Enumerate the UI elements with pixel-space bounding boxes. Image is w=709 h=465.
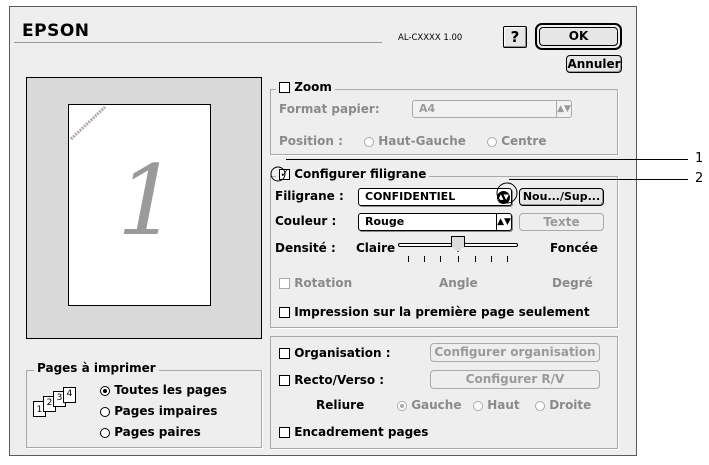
radio-icon bbox=[487, 136, 497, 147]
watermark-value: CONFIDENTIEL bbox=[365, 190, 456, 203]
density-tick bbox=[507, 256, 508, 262]
pages-to-print-legend: Pages à imprimer bbox=[34, 361, 159, 375]
position-center-label: Centre bbox=[501, 134, 547, 148]
position-label: Position : bbox=[279, 134, 343, 148]
paper-size-value: A4 bbox=[419, 102, 436, 115]
position-center-option[interactable]: Centre bbox=[487, 134, 546, 148]
callout-number-2: 2 bbox=[695, 171, 704, 186]
density-tick bbox=[440, 256, 441, 262]
odd-pages-option[interactable]: Pages impaires bbox=[100, 404, 217, 418]
density-label: Densité : bbox=[275, 241, 336, 255]
rotation-label: Rotation bbox=[294, 276, 353, 290]
callout-line-2 bbox=[509, 179, 688, 180]
zoom-checkbox[interactable] bbox=[279, 82, 290, 93]
page-icon-digit: 4 bbox=[63, 387, 76, 403]
density-dark-label: Foncée bbox=[550, 241, 598, 255]
header-divider bbox=[14, 42, 382, 43]
density-tick bbox=[408, 256, 409, 262]
callout-circle-1 bbox=[270, 166, 286, 182]
binding-label: Reliure bbox=[316, 398, 365, 412]
radio-icon bbox=[397, 400, 407, 411]
density-light-label: Claire bbox=[356, 241, 396, 255]
radio-icon bbox=[100, 406, 110, 417]
first-page-only-checkbox bbox=[279, 307, 290, 318]
zoom-legend: Zoom bbox=[276, 80, 335, 94]
configure-duplex-button[interactable]: Configurer R/V bbox=[430, 370, 600, 389]
watermark-preview-mark bbox=[69, 105, 107, 141]
density-tick bbox=[491, 256, 492, 262]
rotation-option[interactable]: Rotation bbox=[279, 276, 352, 290]
first-page-only-option[interactable]: Impression sur la première page seulemen… bbox=[279, 305, 590, 319]
driver-version: AL-CXXXX 1.00 bbox=[398, 33, 463, 43]
updown-icon: ▲▼ bbox=[556, 101, 571, 117]
radio-icon bbox=[100, 427, 110, 438]
callout-number-1: 1 bbox=[695, 151, 704, 166]
binding-right-option[interactable]: Droite bbox=[535, 398, 591, 412]
radio-icon bbox=[473, 400, 483, 411]
preview-page: 1 bbox=[68, 104, 211, 306]
cancel-button[interactable]: Annuler bbox=[566, 55, 622, 73]
ok-button[interactable]: OK bbox=[535, 23, 622, 50]
organisation-checkbox bbox=[279, 348, 290, 359]
duplex-checkbox bbox=[279, 375, 290, 386]
degree-label: Degré bbox=[552, 276, 593, 290]
color-label: Couleur : bbox=[275, 214, 337, 228]
watermark-legend: Configurer filigrane bbox=[276, 167, 430, 181]
color-select[interactable]: Rouge ▲▼ bbox=[358, 213, 512, 231]
radio-icon bbox=[364, 136, 374, 147]
all-pages-label: Toutes les pages bbox=[114, 383, 227, 397]
even-pages-label: Pages paires bbox=[114, 425, 201, 439]
binding-top-option[interactable]: Haut bbox=[473, 398, 520, 412]
pages-stack-icon: 1 2 3 4 bbox=[33, 387, 89, 427]
updown-icon: ▲▼ bbox=[496, 214, 511, 230]
page-border-label: Encadrement pages bbox=[294, 425, 429, 439]
page-border-checkbox bbox=[279, 427, 290, 438]
paper-size-select[interactable]: A4 ▲▼ bbox=[412, 100, 572, 118]
organisation-option[interactable]: Organisation : bbox=[279, 346, 391, 360]
new-delete-watermark-button[interactable]: Nou.../Sup... bbox=[519, 188, 604, 206]
all-pages-option[interactable]: Toutes les pages bbox=[100, 383, 227, 397]
color-value: Rouge bbox=[365, 215, 405, 228]
text-settings-button[interactable]: Texte bbox=[519, 213, 604, 231]
watermark-select[interactable]: CONFIDENTIEL ▲▼ bbox=[358, 188, 512, 206]
page-border-option[interactable]: Encadrement pages bbox=[279, 425, 428, 439]
rotation-checkbox bbox=[279, 278, 290, 289]
configure-layout-button[interactable]: Configurer organisation bbox=[430, 343, 600, 362]
even-pages-option[interactable]: Pages paires bbox=[100, 425, 201, 439]
density-tick bbox=[475, 256, 476, 262]
help-button[interactable]: ? bbox=[503, 26, 527, 48]
epson-logo: EPSON bbox=[22, 21, 90, 41]
watermark-label: Filigrane : bbox=[275, 189, 344, 203]
odd-pages-label: Pages impaires bbox=[114, 404, 218, 418]
watermark-title: Configurer filigrane bbox=[294, 167, 427, 181]
density-tick bbox=[424, 256, 425, 262]
first-page-only-label: Impression sur la première page seulemen… bbox=[294, 305, 590, 319]
paper-size-label: Format papier: bbox=[279, 102, 380, 116]
radio-icon bbox=[535, 400, 545, 411]
binding-right-label: Droite bbox=[549, 398, 592, 412]
ok-button-label: OK bbox=[539, 27, 618, 46]
duplex-label: Recto/Verso : bbox=[294, 373, 385, 387]
binding-left-option[interactable]: Gauche bbox=[397, 398, 461, 412]
angle-label: Angle bbox=[439, 276, 478, 290]
binding-top-label: Haut bbox=[487, 398, 520, 412]
organisation-label: Organisation : bbox=[294, 346, 391, 360]
density-tick bbox=[458, 256, 459, 262]
position-top-left-option[interactable]: Haut-Gauche bbox=[364, 134, 466, 148]
radio-icon bbox=[100, 385, 110, 396]
binding-left-label: Gauche bbox=[411, 398, 462, 412]
density-ticks bbox=[398, 256, 518, 264]
preview-page-number: 1 bbox=[117, 145, 179, 257]
callout-circle-2 bbox=[496, 182, 518, 204]
callout-line-1 bbox=[286, 159, 688, 160]
zoom-label: Zoom bbox=[294, 80, 332, 94]
duplex-option[interactable]: Recto/Verso : bbox=[279, 373, 384, 387]
position-top-left-label: Haut-Gauche bbox=[378, 134, 466, 148]
